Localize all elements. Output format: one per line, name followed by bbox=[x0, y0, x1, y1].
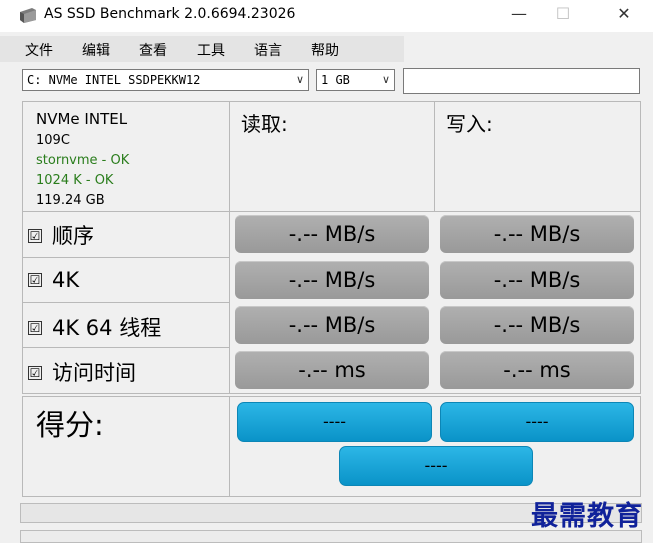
4k64-write-result: -.-- MB/s bbox=[440, 306, 634, 344]
chevron-down-icon: ∨ bbox=[381, 73, 390, 86]
size-select-value: 1 GB bbox=[321, 73, 350, 87]
path-field[interactable] bbox=[403, 68, 640, 94]
watermark-logo: 最需教育 bbox=[531, 501, 643, 532]
score-total: ---- bbox=[339, 446, 533, 486]
drive-model: NVMe INTEL bbox=[36, 110, 128, 128]
4k-write-result: -.-- MB/s bbox=[440, 261, 634, 299]
size-select[interactable]: 1 GB ∨ bbox=[316, 69, 395, 91]
app-drive-icon bbox=[20, 8, 36, 23]
title-bar: AS SSD Benchmark 2.0.6694.23026 — ☐ ✕ bbox=[0, 0, 653, 32]
window-title: AS SSD Benchmark 2.0.6694.23026 bbox=[44, 6, 296, 22]
score-write: ---- bbox=[440, 402, 634, 442]
seq-write-result: -.-- MB/s bbox=[440, 215, 634, 253]
score-label: 得分: bbox=[36, 408, 104, 442]
menu-file[interactable]: 文件 bbox=[25, 40, 53, 60]
write-header: 写入: bbox=[446, 112, 493, 136]
checkbox-4k[interactable]: ☑ bbox=[28, 273, 42, 287]
test-seq-label[interactable]: ☑ 顺序 bbox=[28, 220, 94, 250]
menu-help[interactable]: 帮助 bbox=[311, 40, 339, 60]
drive-select-value: C: NVMe INTEL SSDPEKKW12 bbox=[27, 73, 201, 87]
drive-capacity: 119.24 GB bbox=[36, 193, 105, 208]
menu-language[interactable]: 语言 bbox=[254, 40, 282, 60]
access-write-result: -.-- ms bbox=[440, 351, 634, 389]
access-read-result: -.-- ms bbox=[235, 351, 429, 389]
checkbox-seq[interactable]: ☑ bbox=[28, 229, 42, 243]
menu-view[interactable]: 查看 bbox=[139, 40, 167, 60]
driver-status: stornvme - OK bbox=[36, 153, 130, 168]
4k-read-result: -.-- MB/s bbox=[235, 261, 429, 299]
menu-bar: 文件 编辑 查看 工具 语言 帮助 bbox=[0, 36, 404, 62]
chevron-down-icon: ∨ bbox=[295, 73, 304, 86]
drive-firmware: 109C bbox=[36, 133, 70, 148]
test-4k-label[interactable]: ☑ 4K bbox=[28, 268, 79, 292]
menu-edit[interactable]: 编辑 bbox=[82, 40, 110, 60]
4k64-read-result: -.-- MB/s bbox=[235, 306, 429, 344]
maximize-button: ☐ bbox=[555, 4, 571, 23]
minimize-button[interactable]: — bbox=[496, 0, 542, 30]
test-access-label[interactable]: ☑ 访问时间 bbox=[28, 357, 136, 387]
checkbox-4k64[interactable]: ☑ bbox=[28, 321, 42, 335]
close-button[interactable]: ✕ bbox=[601, 0, 647, 30]
menu-tools[interactable]: 工具 bbox=[197, 40, 225, 60]
score-read: ---- bbox=[237, 402, 432, 442]
checkbox-access[interactable]: ☑ bbox=[28, 366, 42, 380]
alignment-status: 1024 K - OK bbox=[36, 173, 114, 188]
seq-read-result: -.-- MB/s bbox=[235, 215, 429, 253]
test-4k64-label[interactable]: ☑ 4K 64 线程 bbox=[28, 312, 161, 342]
read-header: 读取: bbox=[241, 112, 288, 136]
drive-select[interactable]: C: NVMe INTEL SSDPEKKW12 ∨ bbox=[22, 69, 309, 91]
